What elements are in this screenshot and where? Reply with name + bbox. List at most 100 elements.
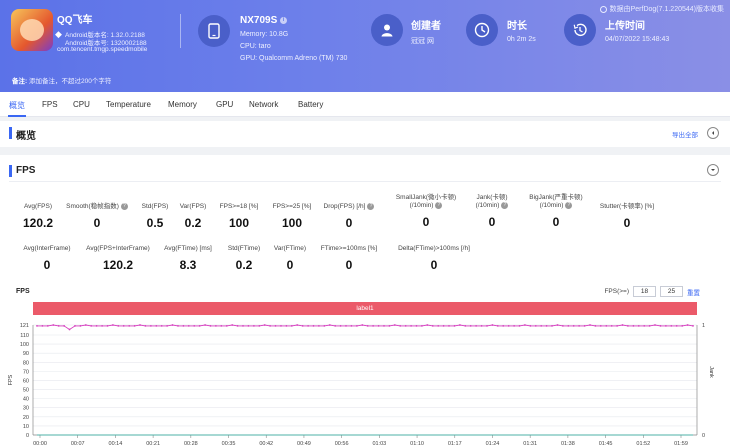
fps-data-point[interactable] bbox=[545, 325, 548, 327]
fps-data-point[interactable] bbox=[334, 325, 337, 327]
fps-data-point[interactable] bbox=[513, 325, 515, 327]
fps-data-point[interactable] bbox=[112, 324, 114, 326]
fps-data-point[interactable] bbox=[280, 325, 282, 327]
fps-data-point[interactable] bbox=[46, 325, 49, 327]
fps-data-point[interactable] bbox=[627, 325, 629, 327]
fps-data-point[interactable] bbox=[128, 325, 131, 327]
fps-data-point[interactable] bbox=[589, 324, 591, 326]
fps-data-point[interactable] bbox=[534, 325, 537, 327]
fps-data-point[interactable] bbox=[296, 324, 299, 326]
fps-data-point[interactable] bbox=[665, 325, 667, 327]
fps-data-point[interactable] bbox=[605, 325, 608, 327]
fps-data-point[interactable] bbox=[686, 324, 689, 326]
reset-button[interactable]: 重置 bbox=[687, 287, 700, 297]
fps-data-point[interactable] bbox=[242, 325, 244, 327]
fps-data-point[interactable] bbox=[133, 325, 136, 327]
fps-data-point[interactable] bbox=[328, 324, 331, 326]
fps-data-point[interactable] bbox=[63, 325, 65, 327]
fps-data-point[interactable] bbox=[74, 325, 76, 327]
fps-data-point[interactable] bbox=[670, 325, 673, 327]
fps-data-point[interactable] bbox=[177, 325, 179, 327]
fps-data-point[interactable] bbox=[632, 325, 635, 327]
fps-data-point[interactable] bbox=[106, 325, 109, 327]
fps-data-point[interactable] bbox=[258, 325, 261, 327]
fps-data-point[interactable] bbox=[426, 324, 429, 326]
tab-network[interactable]: Network bbox=[249, 100, 278, 109]
fps-data-point[interactable] bbox=[654, 324, 656, 326]
tab-overview[interactable]: 概览 bbox=[9, 100, 25, 111]
expand-button[interactable] bbox=[707, 164, 719, 176]
fps-data-point[interactable] bbox=[388, 325, 391, 327]
fps-data-point[interactable] bbox=[486, 325, 488, 327]
fps-data-point[interactable] bbox=[356, 325, 358, 327]
fps-data-point[interactable] bbox=[166, 325, 169, 327]
fps-data-point[interactable] bbox=[524, 324, 526, 326]
fps-data-point[interactable] bbox=[36, 325, 38, 327]
fps-data-point[interactable] bbox=[415, 325, 418, 327]
fps-data-point[interactable] bbox=[410, 325, 412, 327]
fps-data-point[interactable] bbox=[182, 325, 185, 327]
fps-data-point[interactable] bbox=[274, 325, 277, 327]
fps-data-point[interactable] bbox=[540, 325, 543, 327]
fps-data-point[interactable] bbox=[57, 325, 60, 327]
fps-data-point[interactable] bbox=[529, 325, 532, 327]
fps-data-point[interactable] bbox=[464, 325, 467, 327]
fps-data-point[interactable] bbox=[675, 325, 678, 327]
fps-data-point[interactable] bbox=[475, 325, 477, 327]
fps-data-point[interactable] bbox=[263, 324, 266, 326]
fps-data-point[interactable] bbox=[659, 325, 662, 327]
fps-threshold-low-input[interactable] bbox=[633, 286, 656, 297]
fps-data-point[interactable] bbox=[643, 325, 646, 327]
tab-gpu[interactable]: GPU bbox=[216, 100, 233, 109]
fps-data-point[interactable] bbox=[366, 325, 369, 327]
fps-line-chart[interactable]: 0 10 20 30 40 50 60 70 80 90 100 110 121 0 1 FPS Jank 00:… bbox=[0, 316, 730, 446]
fps-data-point[interactable] bbox=[404, 325, 407, 327]
fps-data-point[interactable] bbox=[90, 325, 93, 327]
fps-data-point[interactable] bbox=[681, 325, 684, 327]
help-icon[interactable]: ? bbox=[565, 202, 573, 209]
fps-data-point[interactable] bbox=[496, 325, 499, 327]
device-info-icon[interactable]: i bbox=[280, 16, 288, 24]
help-icon[interactable]: ? bbox=[367, 203, 375, 210]
fps-data-point[interactable] bbox=[220, 325, 223, 327]
fps-data-point[interactable] bbox=[231, 324, 234, 326]
tab-memory[interactable]: Memory bbox=[168, 100, 197, 109]
fps-data-point[interactable] bbox=[551, 325, 553, 327]
fps-data-point[interactable] bbox=[637, 325, 640, 327]
fps-data-point[interactable] bbox=[437, 325, 440, 327]
fps-data-point[interactable] bbox=[469, 325, 472, 327]
fps-data-point[interactable] bbox=[193, 325, 196, 327]
fps-data-point[interactable] bbox=[383, 325, 385, 327]
fps-data-point[interactable] bbox=[339, 325, 342, 327]
fps-data-point[interactable] bbox=[594, 325, 597, 327]
fps-data-point[interactable] bbox=[225, 325, 228, 327]
fps-data-point[interactable] bbox=[610, 325, 613, 327]
fps-data-point[interactable] bbox=[350, 325, 353, 327]
fps-data-point[interactable] bbox=[562, 325, 564, 327]
fps-data-point[interactable] bbox=[459, 324, 461, 326]
fps-data-point[interactable] bbox=[84, 324, 87, 326]
fps-data-point[interactable] bbox=[312, 325, 315, 327]
fps-data-point[interactable] bbox=[198, 325, 201, 327]
fps-data-point[interactable] bbox=[616, 325, 618, 327]
fps-data-point[interactable] bbox=[399, 325, 402, 327]
fps-data-point[interactable] bbox=[648, 325, 651, 327]
fps-data-point[interactable] bbox=[502, 325, 505, 327]
fps-data-point[interactable] bbox=[204, 324, 207, 326]
fps-data-point[interactable] bbox=[572, 325, 575, 327]
fps-data-point[interactable] bbox=[578, 325, 580, 327]
fps-data-point[interactable] bbox=[453, 325, 456, 327]
fps-data-point[interactable] bbox=[480, 325, 483, 327]
fps-data-point[interactable] bbox=[122, 325, 125, 327]
export-all-link[interactable]: 导出全部 bbox=[672, 129, 698, 139]
fps-data-point[interactable] bbox=[187, 325, 190, 327]
fps-data-point[interactable] bbox=[372, 325, 374, 327]
fps-data-point[interactable] bbox=[377, 325, 380, 327]
fps-data-point[interactable] bbox=[95, 325, 98, 327]
fps-data-point[interactable] bbox=[215, 325, 217, 327]
fps-data-point[interactable] bbox=[307, 325, 309, 327]
fps-data-point[interactable] bbox=[160, 325, 163, 327]
fps-data-point[interactable] bbox=[393, 324, 396, 326]
fps-data-point[interactable] bbox=[507, 325, 510, 327]
fps-data-point[interactable] bbox=[52, 324, 55, 326]
